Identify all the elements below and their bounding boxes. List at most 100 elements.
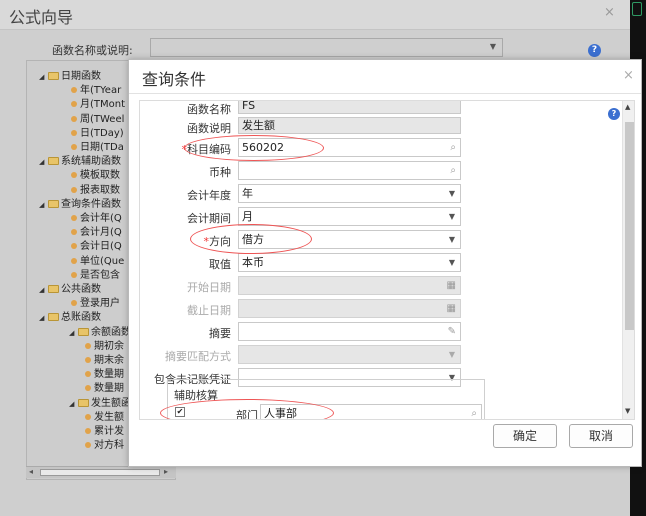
expand-toggle-icon[interactable]: ◢ (39, 73, 48, 81)
query-form: ? 函数名称 FS 函数说明 发生额 *科目编码 560202 ⌕ 币种 ⌕ 会计… (139, 100, 635, 420)
func-desc-field: 发生额 (238, 117, 461, 134)
search-icon[interactable]: ⌕ (450, 162, 456, 179)
wizard-title-bar: 公式向导 × (0, 0, 630, 30)
func-desc-label: 函数说明 (187, 122, 231, 135)
tree-item[interactable]: 期末余 (85, 351, 124, 366)
tree-item[interactable]: 数量期 (85, 379, 124, 394)
value-type-value: 本币 (242, 256, 264, 269)
function-leaf-icon (71, 243, 77, 250)
tree-item-label: 对方科 (94, 440, 124, 452)
folder-icon (48, 285, 59, 293)
tree-folder[interactable]: ◢ 查询条件函数 (39, 195, 121, 210)
start-date-label: 开始日期 (187, 281, 231, 294)
tree-item[interactable]: 模板取数 (71, 166, 120, 181)
function-leaf-icon (71, 172, 77, 179)
summary-label: 摘要 (209, 327, 231, 340)
tree-item[interactable]: 会计月(Q (71, 223, 122, 238)
function-leaf-icon (71, 186, 77, 193)
tree-item[interactable]: 日(TDay) (71, 124, 124, 139)
expand-toggle-icon[interactable]: ◢ (69, 400, 78, 408)
tree-item[interactable]: 周(TWeel (71, 110, 124, 125)
currency-input[interactable]: ⌕ (238, 161, 461, 180)
subject-code-input[interactable]: 560202 ⌕ (238, 138, 461, 157)
chevron-down-icon: ▼ (489, 42, 496, 51)
function-leaf-icon (71, 257, 77, 264)
scroll-up-icon[interactable]: ▲ (625, 103, 630, 111)
department-input[interactable]: 人事部 ⌕ (260, 404, 482, 419)
summary-match-select[interactable]: ▼ (238, 345, 461, 364)
tree-item[interactable]: 是否包含 (71, 266, 120, 281)
expand-toggle-icon[interactable]: ◢ (39, 286, 48, 294)
tree-item[interactable]: 会计年(Q (71, 209, 122, 224)
function-name-label: 函数名称或说明: (52, 44, 133, 57)
dialog-title: 查询条件 (142, 70, 207, 89)
function-leaf-icon (85, 371, 91, 378)
tree-item[interactable]: 发生额 (85, 408, 124, 423)
value-type-label: 取值 (209, 258, 231, 271)
dialog-close-icon[interactable]: × (623, 68, 634, 83)
end-date-input[interactable]: ▦ (238, 299, 461, 318)
expand-toggle-icon[interactable]: ◢ (39, 201, 48, 209)
tree-item[interactable]: 登录用户 (71, 294, 120, 309)
calendar-icon[interactable]: ▦ (447, 277, 456, 294)
tree-item[interactable]: 数量期 (85, 365, 124, 380)
cancel-button[interactable]: 取消 (569, 424, 633, 448)
scroll-left-icon[interactable]: ◂ (29, 467, 33, 476)
query-conditions-dialog: 查询条件 × ? 函数名称 FS 函数说明 发生额 *科目编码 560202 ⌕ … (128, 59, 642, 467)
tree-item[interactable]: 年(TYear (71, 81, 121, 96)
fiscal-period-select[interactable]: 月 ▼ (238, 207, 461, 226)
tree-horizontal-scrollbar[interactable]: ◂ ▸ (26, 466, 176, 478)
function-leaf-icon (71, 144, 77, 150)
value-type-select[interactable]: 本币 ▼ (238, 253, 461, 272)
start-date-input[interactable]: ▦ (238, 276, 461, 295)
folder-icon (48, 72, 59, 80)
tree-folder[interactable]: ◢ 总账函数 (39, 308, 101, 323)
tree-item[interactable]: 累计发 (85, 422, 124, 437)
wizard-close-icon[interactable]: × (604, 5, 615, 20)
function-leaf-icon (85, 413, 91, 420)
fiscal-year-select[interactable]: 年 ▼ (238, 184, 461, 203)
fiscal-period-label: 会计期间 (187, 212, 231, 225)
scroll-down-icon[interactable]: ▼ (625, 407, 630, 415)
function-name-select[interactable]: ▼ (150, 38, 503, 57)
end-date-label: 截止日期 (187, 304, 231, 317)
direction-select[interactable]: 借方 ▼ (238, 230, 461, 249)
search-icon[interactable]: ⌕ (471, 405, 477, 419)
tree-item[interactable]: 期初余 (85, 337, 124, 352)
help-icon[interactable]: ? (588, 44, 601, 57)
search-icon[interactable]: ⌕ (450, 139, 456, 156)
summary-input[interactable]: ✎ (238, 322, 461, 341)
help-icon[interactable]: ? (608, 108, 620, 120)
scrollbar-thumb[interactable] (625, 122, 634, 330)
form-vertical-scrollbar[interactable]: ▲ ▼ (622, 101, 634, 419)
scroll-right-icon[interactable]: ▸ (164, 467, 168, 476)
func-desc-value: 发生额 (242, 119, 275, 132)
scrollbar-thumb[interactable] (40, 469, 160, 476)
tree-item[interactable]: 日期(TDa (71, 138, 124, 153)
tree-item[interactable]: 报表取数 (71, 181, 120, 196)
edit-icon[interactable]: ✎ (448, 323, 456, 340)
func-name-value: FS (242, 100, 256, 112)
calendar-icon[interactable]: ▦ (447, 300, 456, 317)
currency-label: 币种 (209, 166, 231, 179)
function-leaf-icon (71, 115, 77, 122)
ok-button[interactable]: 确定 (493, 424, 557, 448)
tree-item[interactable]: 单位(Que (71, 252, 124, 267)
expand-toggle-icon[interactable]: ◢ (39, 314, 48, 322)
tree-folder[interactable]: ◢ 系统辅助函数 (39, 152, 121, 167)
function-leaf-icon (85, 428, 91, 434)
tree-item[interactable]: 会计日(Q (71, 237, 122, 252)
tree-item[interactable]: 月(TMont (71, 95, 125, 110)
func-name-field: FS (238, 100, 461, 114)
tree-folder[interactable]: ◢ 日期函数 (39, 67, 101, 82)
tree-folder[interactable]: ◢ 公共函数 (39, 280, 101, 295)
direction-label: *方向 (140, 233, 232, 249)
tree-item[interactable]: 对方科 (85, 436, 124, 452)
chevron-down-icon: ▼ (448, 350, 455, 359)
department-checkbox[interactable]: ✔ (175, 407, 185, 417)
expand-toggle-icon[interactable]: ◢ (69, 329, 78, 337)
dialog-title-divider (129, 93, 641, 94)
function-leaf-icon (71, 229, 77, 236)
expand-toggle-icon[interactable]: ◢ (39, 158, 48, 166)
tree-folder[interactable]: ◢ 余额函数 (69, 323, 131, 338)
